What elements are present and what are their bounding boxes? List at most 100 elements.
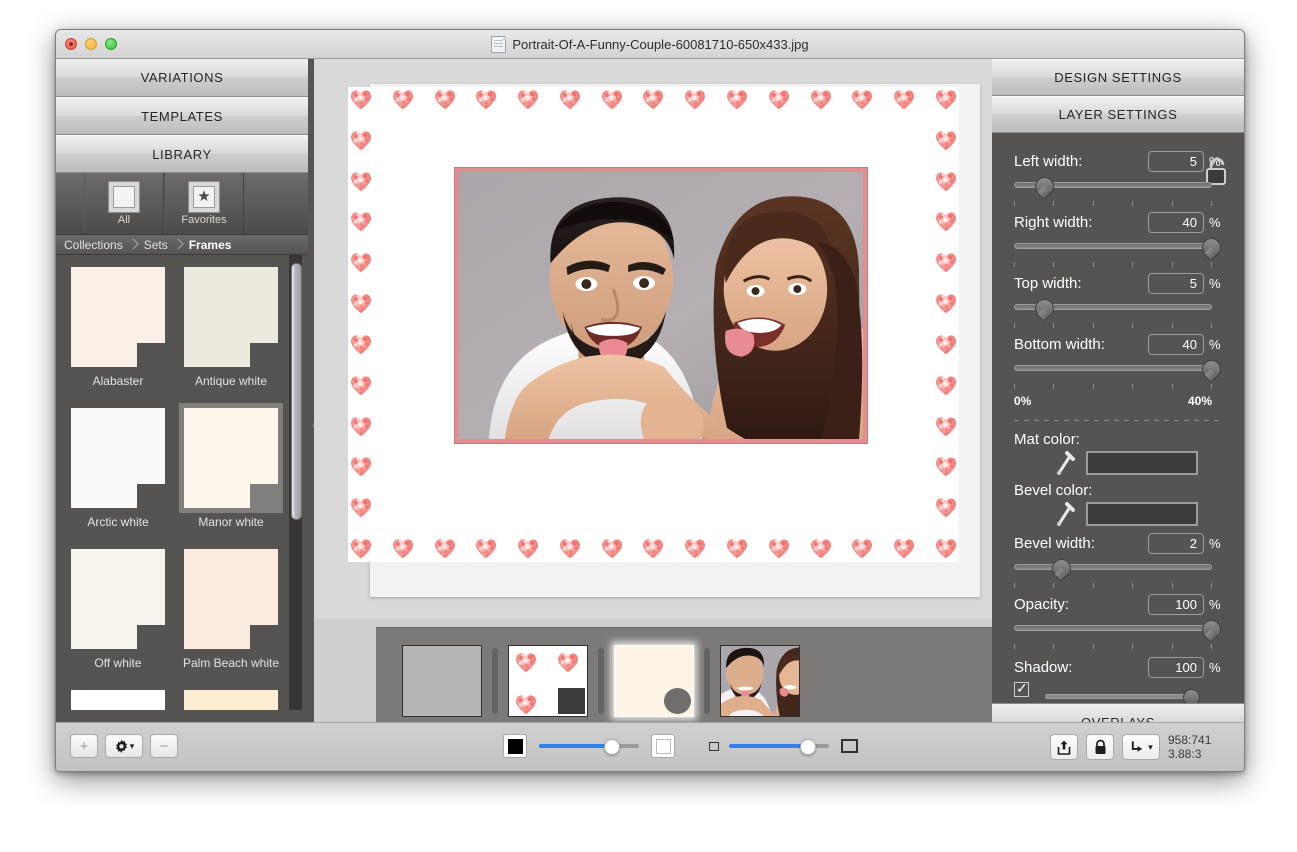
layer-thumbnail[interactable]: [402, 645, 482, 717]
library-item-label: Alabaster: [92, 374, 144, 388]
width-field-slider[interactable]: [1014, 176, 1212, 198]
library-item[interactable]: Alabaster: [66, 262, 179, 403]
library-item[interactable]: Antique white: [179, 262, 292, 403]
library-item[interactable]: Off white: [66, 544, 179, 685]
slider-knob[interactable]: [1202, 360, 1221, 379]
share-button[interactable]: [1050, 734, 1078, 760]
bevel-width-slider-knob[interactable]: [1051, 559, 1071, 578]
library-scrollbar-thumb[interactable]: [291, 263, 302, 520]
library-item[interactable]: [66, 685, 179, 710]
slider-knob[interactable]: [1034, 177, 1054, 196]
mat-color-swatch[interactable]: [1086, 451, 1198, 475]
library-item[interactable]: [179, 685, 292, 710]
heart-icon: [891, 87, 917, 113]
library-grid: Alabaster Antique white Arctic white Manor …: [56, 262, 306, 710]
mat-color-row: [1014, 450, 1222, 476]
width-field-input[interactable]: 40: [1148, 212, 1204, 233]
right-sidebar: DESIGN SETTINGS LAYER SETTINGS Left widt…: [992, 59, 1244, 741]
sidebar-section-templates[interactable]: TEMPLATES: [56, 97, 308, 135]
width-field-input[interactable]: 5: [1148, 151, 1204, 172]
opacity-slider-knob[interactable]: [1202, 620, 1221, 639]
background-light-button[interactable]: [651, 734, 675, 758]
section-divider: [1014, 420, 1220, 421]
zoom-slider-knob[interactable]: [800, 739, 816, 755]
shadow-row: Shadow: 100 %: [1014, 657, 1222, 678]
bottom-left-buttons: + ▾ −: [70, 734, 178, 758]
bevel-width-input[interactable]: 2: [1148, 533, 1204, 554]
zoom-out-icon[interactable]: [709, 741, 719, 751]
library-filter-favorites[interactable]: ★ Favorites: [164, 173, 244, 234]
background-dark-button[interactable]: [503, 734, 527, 758]
library-filter-all[interactable]: All: [84, 173, 164, 234]
opacity-slider[interactable]: [1014, 619, 1221, 641]
bevel-color-swatch[interactable]: [1086, 502, 1198, 526]
sidebar-section-library[interactable]: LIBRARY: [56, 135, 308, 173]
gear-button[interactable]: ▾: [105, 734, 143, 758]
breadcrumb-collections[interactable]: Collections: [64, 238, 123, 252]
slider-knob[interactable]: [1202, 238, 1221, 257]
layer-list: [376, 628, 996, 734]
heart-icon: [640, 87, 666, 113]
frame-swatch: [71, 549, 165, 649]
layer-thumbnail[interactable]: [508, 645, 588, 717]
light-swatch-icon: [655, 738, 671, 754]
chevron-down-icon: ▾: [129, 740, 135, 751]
opacity-slider-track: [1014, 625, 1212, 631]
width-field-slider[interactable]: [1014, 298, 1212, 320]
dark-swatch-icon: [507, 738, 523, 754]
background-slider-knob[interactable]: [604, 739, 620, 755]
heart-icon: [348, 169, 374, 195]
bevel-width-slider[interactable]: [1014, 558, 1212, 580]
slider-knob[interactable]: [1034, 299, 1054, 318]
shadow-input[interactable]: 100: [1148, 657, 1204, 678]
library-scroll-area: Alabaster Antique white Arctic white Manor …: [56, 255, 308, 710]
heart-icon: [348, 332, 374, 358]
heart-icon: [933, 536, 959, 562]
frame-swatch: [71, 408, 165, 508]
breadcrumb-frames[interactable]: Frames: [189, 238, 232, 252]
heart-icon: [348, 536, 374, 562]
opacity-unit: %: [1209, 597, 1221, 612]
remove-button[interactable]: −: [150, 734, 178, 758]
eyedropper-icon[interactable]: [1056, 501, 1076, 527]
width-field-input[interactable]: 40: [1148, 334, 1204, 355]
photo-frame[interactable]: [454, 167, 868, 444]
lock-button[interactable]: [1086, 734, 1114, 760]
bevel-width-row: Bevel width: 2 %: [1014, 533, 1222, 554]
heart-icon: [933, 332, 959, 358]
mat-color-label: Mat color:: [1014, 431, 1080, 448]
width-field-input[interactable]: 5: [1148, 273, 1204, 294]
breadcrumb-sets[interactable]: Sets: [144, 238, 168, 252]
bevel-width-ticks: [1014, 583, 1212, 590]
library-item[interactable]: Manor white: [179, 403, 292, 544]
width-field-label: Right width:: [1014, 214, 1093, 231]
zoom-slider-fill: [729, 744, 807, 748]
zoom-slider[interactable]: [729, 734, 829, 758]
heart-icon: [348, 209, 374, 235]
star-icon: ★: [189, 181, 219, 212]
layer-separator: [588, 645, 614, 717]
orientation-button[interactable]: ▾: [1122, 734, 1160, 760]
layer-thumbnail[interactable]: [614, 645, 694, 717]
hearts-row-bottom: [348, 536, 959, 562]
eyedropper-icon[interactable]: [1056, 450, 1076, 476]
library-item[interactable]: Arctic white: [66, 403, 179, 544]
heart-icon: [766, 87, 792, 113]
library-item[interactable]: Palm Beach white: [179, 544, 292, 685]
width-field-slider[interactable]: [1014, 237, 1221, 259]
background-brightness-slider[interactable]: [539, 734, 639, 758]
zoom-in-icon[interactable]: [841, 739, 858, 753]
width-scale-row: 0% 40%: [1014, 394, 1212, 408]
window-title-wrap: Portrait-Of-A-Funny-Couple-60081710-650x…: [56, 30, 1244, 59]
add-button[interactable]: +: [70, 734, 98, 758]
opacity-input[interactable]: 100: [1148, 594, 1204, 615]
panel-section-design-settings[interactable]: DESIGN SETTINGS: [992, 59, 1244, 96]
bevel-color-label: Bevel color:: [1014, 482, 1093, 499]
sidebar-section-variations[interactable]: VARIATIONS: [56, 59, 308, 97]
panel-section-layer-settings[interactable]: LAYER SETTINGS: [992, 96, 1244, 133]
shadow-enabled-checkbox[interactable]: [1014, 680, 1029, 697]
library-scrollbar[interactable]: [289, 255, 302, 710]
heart-icon: [390, 536, 416, 562]
layer-thumbnail[interactable]: [720, 645, 800, 717]
width-field-slider[interactable]: [1014, 359, 1221, 381]
